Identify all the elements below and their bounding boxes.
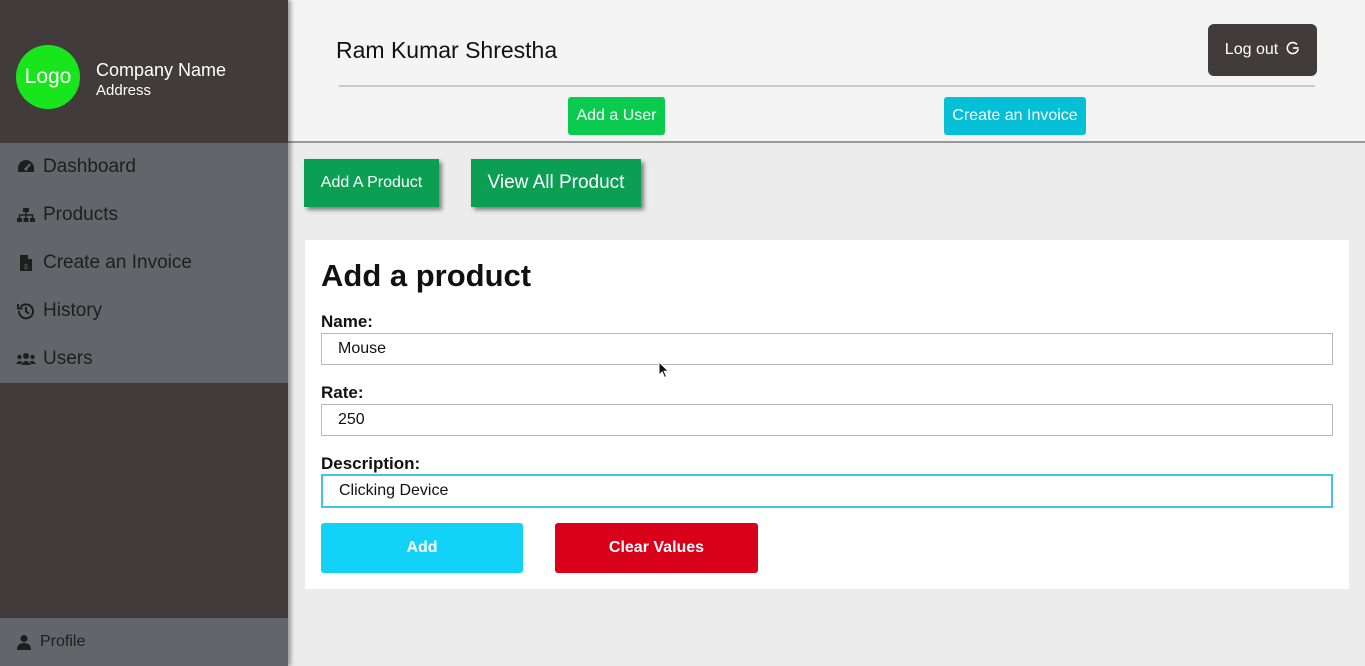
name-label: Name: (321, 312, 373, 331)
rate-input[interactable] (321, 404, 1333, 436)
sidebar: Logo Company Name Address Dashboard Prod… (0, 0, 288, 666)
sidebar-item-label: Products (43, 204, 118, 225)
logout-label: Log out (1224, 41, 1279, 58)
company-logo: Logo (16, 45, 80, 109)
description-label: Description: (321, 454, 421, 473)
history-icon (16, 302, 36, 320)
clear-values-button[interactable]: Clear Values (555, 523, 758, 573)
invoice-file-icon: $ (16, 254, 36, 272)
sidebar-item-create-invoice[interactable]: $ Create an Invoice (0, 239, 288, 287)
user-icon (16, 634, 32, 650)
form-title: Add a product (321, 258, 532, 293)
sidebar-item-label: Dashboard (43, 156, 136, 177)
mouse-pointer-icon (658, 361, 670, 379)
sidebar-item-label: Create an Invoice (43, 252, 192, 273)
profile-label: Profile (40, 633, 86, 650)
company-name: Company Name (96, 60, 227, 80)
sidebar-item-products[interactable]: Products (0, 191, 288, 239)
sitemap-icon (16, 206, 36, 224)
svg-text:$: $ (24, 264, 28, 271)
sidebar-item-history[interactable]: History (0, 287, 288, 335)
dashboard-icon (16, 158, 36, 176)
name-input[interactable] (321, 333, 1333, 365)
sidebar-item-dashboard[interactable]: Dashboard (0, 143, 288, 191)
create-invoice-button[interactable]: Create an Invoice (944, 97, 1086, 135)
power-icon (1286, 41, 1300, 60)
company-address: Address (96, 82, 152, 99)
logout-button[interactable]: Log out (1208, 24, 1317, 76)
brand-area: Logo Company Name Address (0, 0, 288, 143)
add-product-button[interactable]: Add A Product (304, 159, 439, 207)
description-input[interactable] (321, 474, 1333, 508)
top-header: Ram Kumar Shrestha Log out Add a User Cr… (288, 0, 1365, 143)
sidebar-profile[interactable]: Profile (0, 618, 288, 666)
sidebar-nav: Dashboard Products $ Create an Invoice H… (0, 143, 288, 383)
add-user-button[interactable]: Add a User (568, 97, 665, 135)
user-name: Ram Kumar Shrestha (336, 37, 558, 63)
sidebar-item-users[interactable]: Users (0, 335, 288, 383)
sidebar-item-label: Users (43, 348, 93, 369)
add-product-form: Add a product Name: Rate: Description: A… (305, 240, 1349, 589)
add-button[interactable]: Add (321, 523, 523, 573)
rate-label: Rate: (321, 383, 364, 402)
users-icon (16, 350, 36, 368)
sidebar-item-label: History (43, 300, 103, 321)
header-divider (339, 85, 1315, 87)
view-all-products-button[interactable]: View All Product (471, 159, 641, 207)
